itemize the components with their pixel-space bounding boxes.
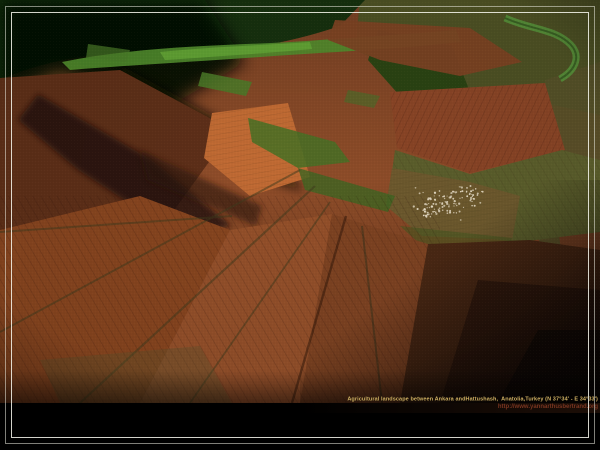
aerial-photo-art [0,0,600,403]
caption: Agricultural landscape between Ankara an… [78,396,598,423]
aerial-photo [0,0,600,403]
caption-url: http://www.yannarthusbertrand.org [338,403,598,410]
wallpaper-canvas: Agricultural landscape between Ankara an… [0,0,600,450]
